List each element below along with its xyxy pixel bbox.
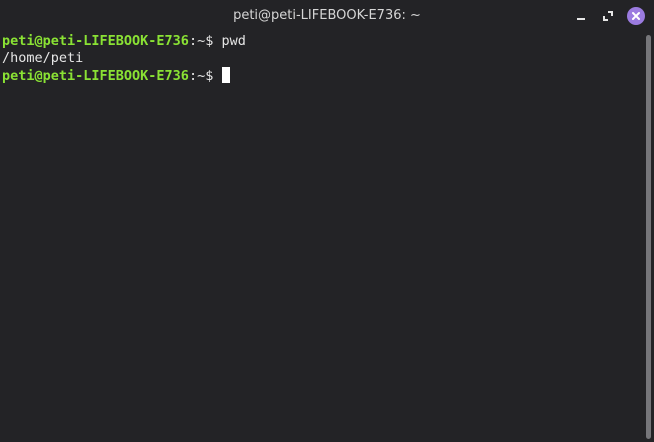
close-button-circle [627,7,645,25]
maximize-icon [603,11,613,21]
command-output: /home/peti [2,50,84,66]
close-button[interactable] [627,7,645,25]
window-title: peti@peti-LIFEBOOK-E736: ~ [233,8,421,23]
scrollbar[interactable] [641,32,654,442]
terminal-line-prompt: peti@peti-LIFEBOOK-E736:~$ [2,67,231,84]
terminal-line-prompt: peti@peti-LIFEBOOK-E736:~$ pwd [2,33,246,50]
text-cursor [222,67,231,83]
title-bar[interactable]: peti@peti-LIFEBOOK-E736: ~ [0,0,654,32]
prompt-path: :~$ [188,33,222,49]
command-text: pwd [221,33,246,49]
maximize-button[interactable] [599,7,617,25]
minimize-button[interactable] [572,7,590,25]
minimize-icon [577,18,585,20]
terminal-window: peti@peti-LIFEBOOK-E736: ~ peti@peti-LIF… [0,0,654,442]
scrollbar-thumb[interactable] [646,35,651,439]
prompt-user-host: peti@peti-LIFEBOOK-E736 [2,33,189,49]
prompt-user-host: peti@peti-LIFEBOOK-E736 [2,68,189,84]
prompt-path: :~$ [188,68,222,84]
close-icon [632,12,640,20]
terminal-line-output: /home/peti [2,50,83,67]
terminal-output[interactable]: peti@peti-LIFEBOOK-E736:~$ pwd /home/pet… [0,32,641,442]
